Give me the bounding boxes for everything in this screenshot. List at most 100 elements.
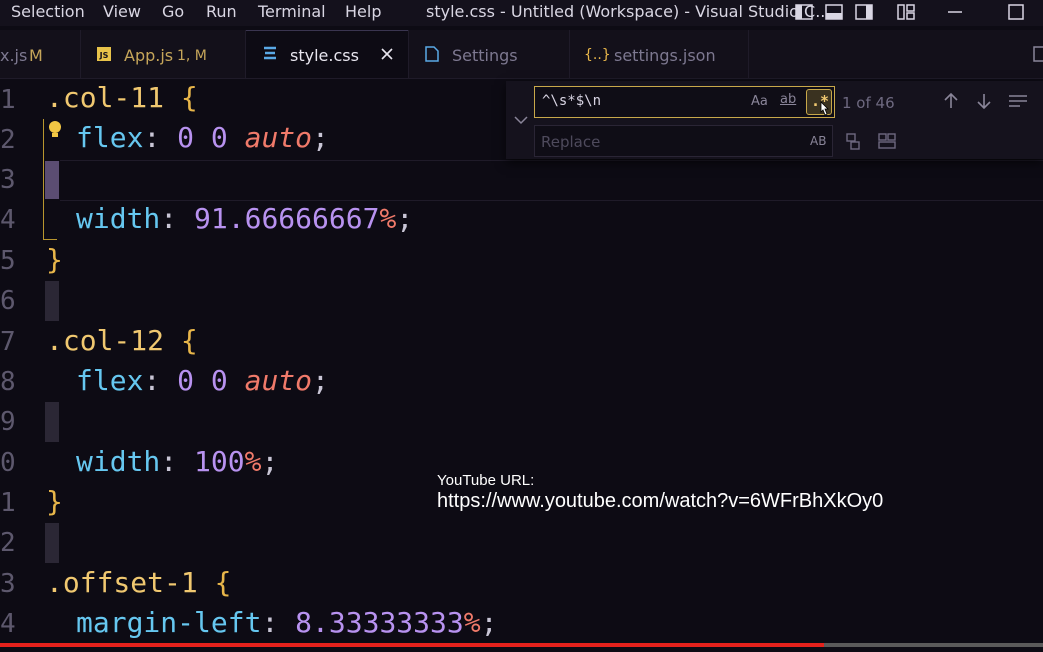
- find-input-value: ^\s*$\n: [542, 93, 602, 109]
- find-replace-widget: ^\s*$\n Aa ab .* 1 of 46 Replace AB: [506, 81, 1043, 159]
- close-icon[interactable]: [381, 48, 393, 60]
- menu-selection[interactable]: Selection: [11, 2, 85, 21]
- code-line: .offset-1 {: [46, 566, 231, 599]
- active-block-indicator-end: [43, 239, 57, 240]
- line-number: 8: [0, 367, 16, 397]
- menu-help[interactable]: Help: [345, 2, 381, 21]
- replace-input-placeholder: Replace: [541, 133, 601, 151]
- semicolon: ;: [312, 121, 329, 154]
- colon: :: [160, 445, 178, 478]
- video-progress-fill: [0, 643, 824, 647]
- find-in-selection-icon[interactable]: [1008, 93, 1028, 109]
- lightbulb-icon[interactable]: [47, 120, 63, 140]
- open-brace: {: [180, 324, 198, 357]
- tab-label: App.js: [124, 46, 174, 65]
- tab-label: style.css: [290, 46, 359, 65]
- css-selector: .offset-1: [46, 566, 198, 599]
- code-line: }: [46, 243, 63, 276]
- preserve-case-toggle[interactable]: AB: [810, 134, 826, 148]
- colon: :: [143, 364, 161, 397]
- youtube-url[interactable]: https://www.youtube.com/watch?v=6WFrBhXk…: [437, 490, 883, 513]
- colon: :: [160, 202, 178, 235]
- find-input[interactable]: ^\s*$\n Aa ab .*: [534, 86, 835, 118]
- active-block-indicator: [43, 119, 44, 239]
- maximize-icon[interactable]: [1007, 3, 1025, 21]
- tab-bar: x.js M JS App.js 1, M style.css Settings…: [0, 30, 1043, 79]
- tab-label: x.js: [0, 46, 28, 65]
- modified-badge: M: [29, 46, 43, 65]
- line-number: 6: [0, 286, 16, 316]
- current-line-highlight: [60, 160, 1043, 201]
- tab-label: settings.json: [614, 46, 716, 65]
- css-selector: .col-12: [46, 324, 165, 357]
- youtube-url-label: YouTube URL:: [437, 472, 535, 489]
- code-line: width: 91.66666667%;: [76, 202, 413, 235]
- code-line: }: [46, 485, 63, 518]
- blank-line-marker: [45, 281, 59, 321]
- menu-terminal[interactable]: Terminal: [258, 2, 326, 21]
- video-progress-bar[interactable]: [0, 643, 1043, 647]
- toggle-primary-sidebar-icon[interactable]: [795, 3, 813, 21]
- tab-settings-json[interactable]: {..} settings.json: [570, 30, 749, 78]
- replace-all-icon[interactable]: [877, 132, 897, 150]
- css-selector: .col-11: [46, 81, 165, 114]
- file-icon: [425, 46, 439, 62]
- toggle-secondary-sidebar-icon[interactable]: [855, 3, 873, 21]
- replace-icon[interactable]: [845, 132, 861, 150]
- line-number: 9: [0, 407, 16, 437]
- line-number: 1: [0, 488, 16, 518]
- chevron-down-icon[interactable]: [514, 115, 528, 125]
- code-line: flex: 0 0 auto;: [76, 364, 329, 397]
- number-value: 0: [210, 121, 228, 154]
- line-number: 3: [0, 165, 16, 195]
- blank-line-marker: [45, 523, 59, 563]
- close-brace: }: [46, 243, 63, 276]
- number-value: 8.33333333: [295, 606, 464, 639]
- whole-word-toggle[interactable]: ab: [780, 92, 796, 107]
- window-title: style.css - Untitled (Workspace) - Visua…: [426, 2, 831, 21]
- match-case-toggle[interactable]: Aa: [751, 94, 768, 109]
- line-number: 1: [0, 85, 16, 115]
- tab-style-css[interactable]: style.css: [246, 30, 409, 78]
- css-property: width: [76, 202, 161, 235]
- tab-label: Settings: [452, 46, 518, 65]
- close-brace: }: [46, 485, 63, 518]
- code-line: .col-11 {: [46, 81, 198, 114]
- blank-line-marker: [45, 402, 59, 442]
- colon: :: [261, 606, 279, 639]
- match-count: 1 of 46: [842, 94, 895, 112]
- menu-run[interactable]: Run: [206, 2, 237, 21]
- next-match-arrow-down-icon[interactable]: [976, 92, 992, 110]
- line-number: 2: [0, 528, 16, 558]
- replace-input[interactable]: Replace AB: [534, 125, 833, 157]
- number-value: 100: [194, 445, 245, 478]
- tab-settings[interactable]: Settings: [409, 30, 570, 78]
- code-editor[interactable]: 1 2 3 4 5 6 7 8 9 0 1 2 3 4 .col-11 { fl…: [0, 79, 1043, 644]
- menu-go[interactable]: Go: [162, 2, 184, 21]
- customize-layout-icon[interactable]: [897, 3, 915, 21]
- blank-line-marker: [45, 161, 59, 199]
- minimize-icon[interactable]: [946, 3, 964, 21]
- css-property: flex: [76, 364, 144, 397]
- line-number: 4: [0, 205, 16, 235]
- open-brace: {: [180, 81, 198, 114]
- tab-x-js[interactable]: x.js M: [0, 30, 81, 78]
- tab-app-js[interactable]: JS App.js 1, M: [81, 30, 246, 78]
- line-number: 7: [0, 327, 16, 357]
- toggle-panel-icon[interactable]: [825, 3, 843, 21]
- colon: :: [143, 121, 161, 154]
- js-file-icon: JS: [97, 47, 111, 61]
- line-number: 2: [0, 125, 16, 155]
- code-line: flex: 0 0 auto;: [76, 121, 329, 154]
- number-value: 0: [177, 364, 195, 397]
- keyword-value: auto: [244, 121, 313, 154]
- menu-view[interactable]: View: [103, 2, 141, 21]
- previous-match-arrow-up-icon[interactable]: [943, 92, 959, 110]
- line-number: 3: [0, 569, 16, 599]
- open-brace: {: [214, 566, 232, 599]
- line-number: 5: [0, 246, 16, 276]
- split-editor-icon[interactable]: [1033, 46, 1043, 62]
- json-braces-icon: {..}: [584, 47, 611, 63]
- css-property: flex: [76, 121, 144, 154]
- line-number: 4: [0, 609, 16, 639]
